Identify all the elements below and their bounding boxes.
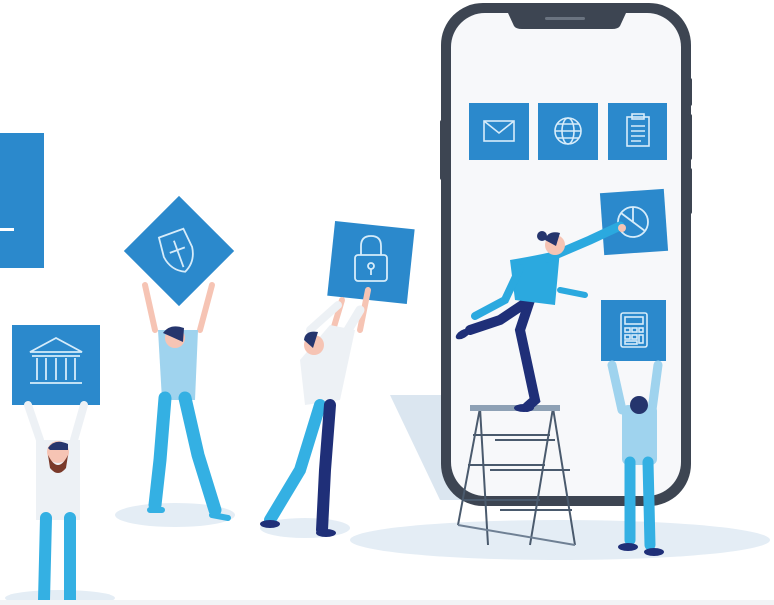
tile-bank bbox=[12, 325, 100, 405]
partial-tile-left bbox=[0, 133, 44, 268]
app-tile-pie-chart bbox=[599, 188, 669, 256]
person-holding-shield bbox=[123, 195, 235, 521]
app-tile-mail bbox=[469, 103, 529, 160]
person-holding-padlock bbox=[260, 221, 415, 537]
tile-shield bbox=[123, 195, 235, 307]
tile-padlock bbox=[327, 221, 415, 304]
app-tile-globe bbox=[538, 103, 598, 160]
app-tile-clipboard bbox=[608, 103, 667, 160]
illustration-scene bbox=[0, 3, 774, 605]
bottom-edge bbox=[0, 600, 774, 605]
person-holding-bank bbox=[12, 325, 100, 605]
app-tile-calculator bbox=[601, 300, 666, 361]
phone-notch bbox=[508, 13, 626, 29]
